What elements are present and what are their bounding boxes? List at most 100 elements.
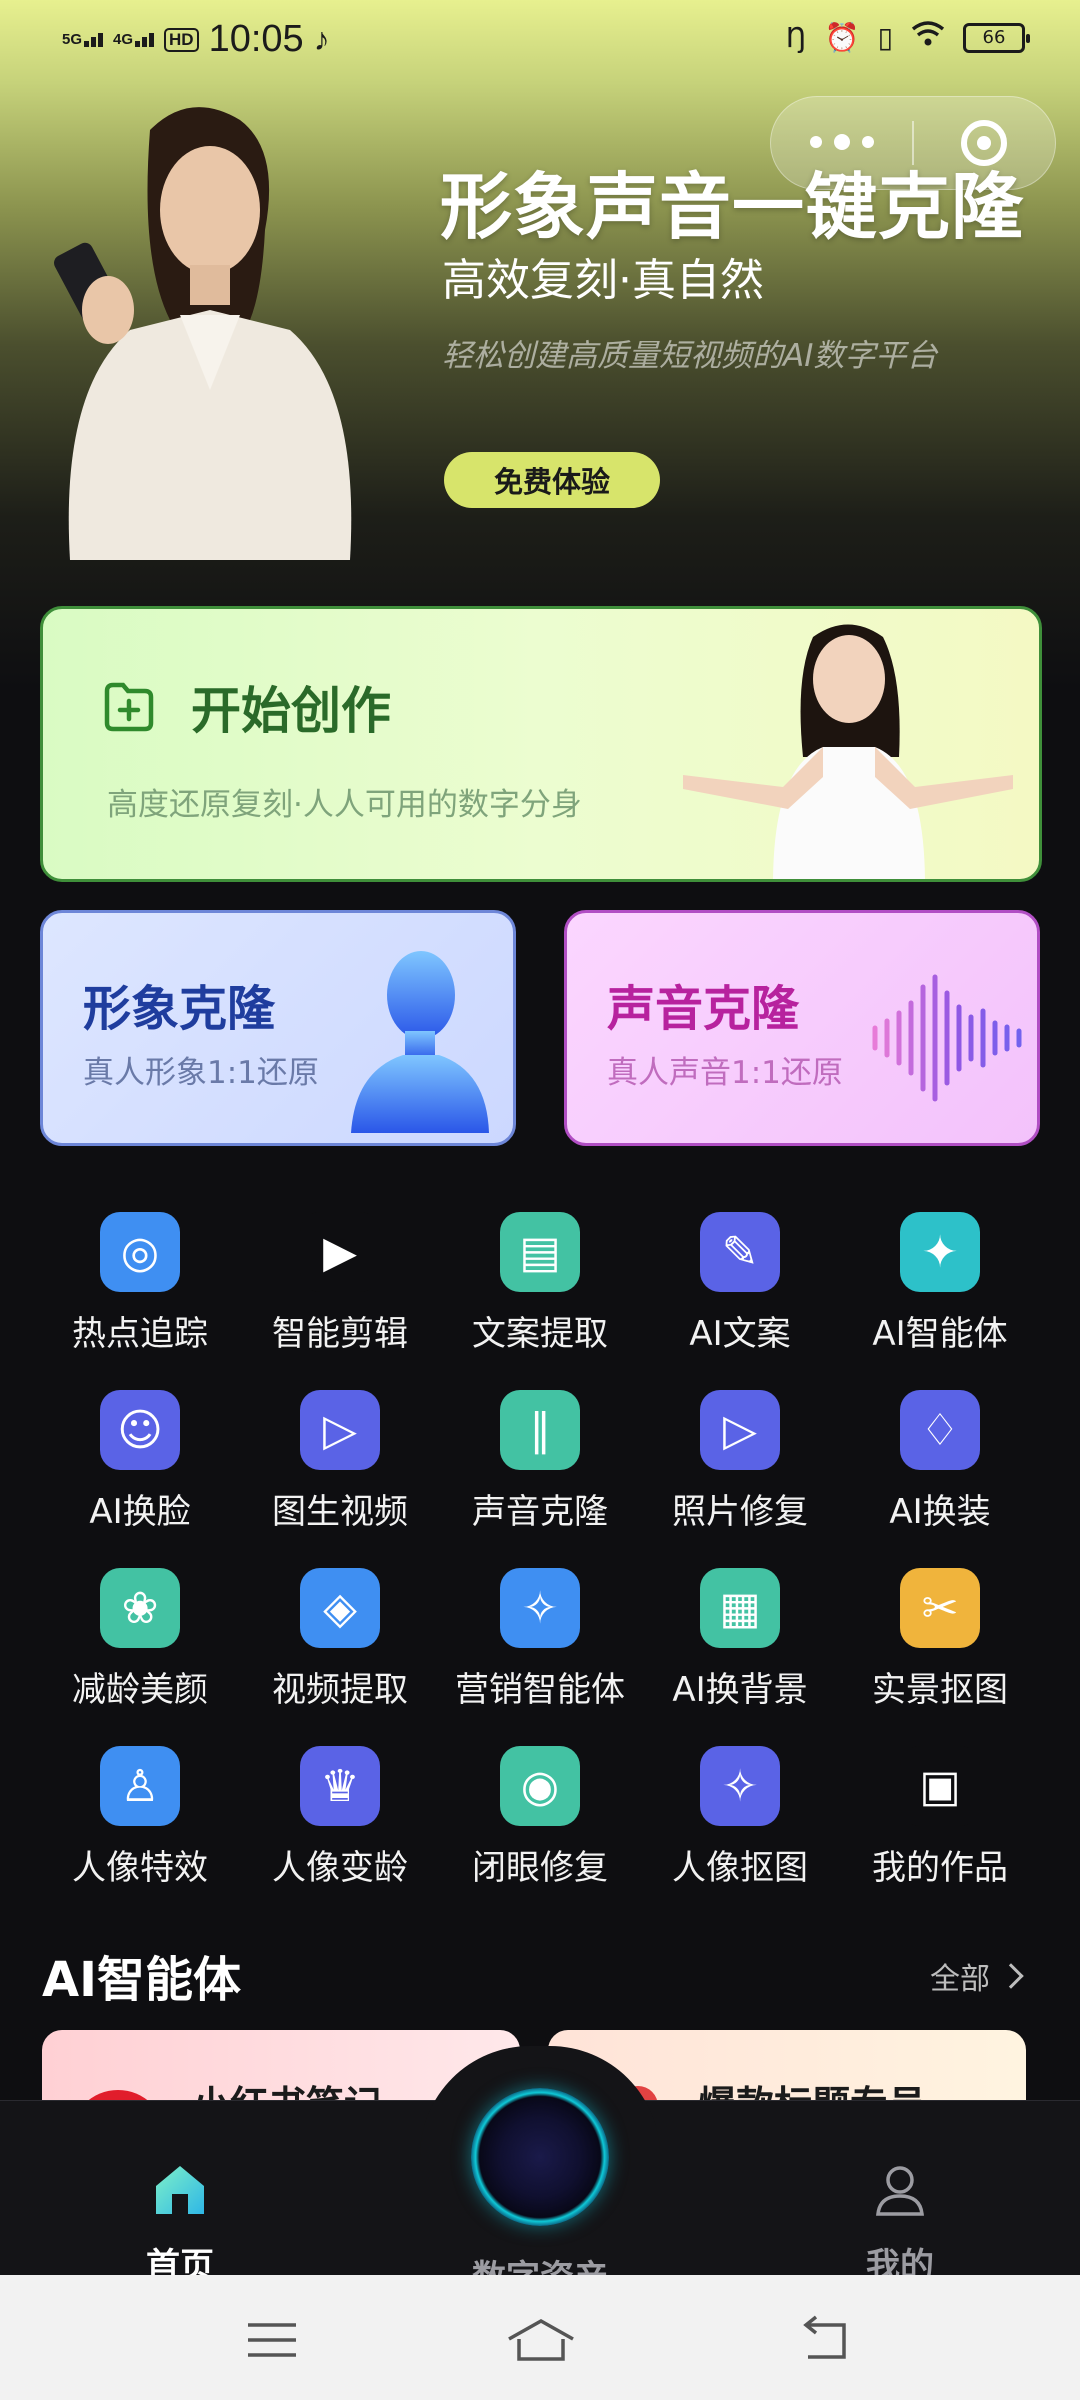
start-creation-subtitle: 高度还原复刻·人人可用的数字分身 <box>107 787 582 823</box>
image-clone-title: 形象克隆 <box>83 981 276 1037</box>
video-edit-icon: ▶ <box>300 1212 380 1292</box>
tool-label: 声音克隆 <box>472 1492 608 1532</box>
tool-label: 闭眼修复 <box>472 1848 608 1888</box>
home-icon <box>156 2166 204 2214</box>
hero-woman-illustration <box>54 107 352 560</box>
ai-copy-icon: ✎ <box>700 1212 780 1292</box>
tool-label: 我的作品 <box>872 1848 1008 1888</box>
marketing-agent-icon: ✧ <box>500 1568 580 1648</box>
image-clone-card[interactable]: 形象克隆 真人形象1:1还原 <box>40 910 516 1146</box>
face-swap-icon: ☺ <box>100 1390 180 1470</box>
tool-label: AI换脸 <box>89 1492 191 1532</box>
voice-clone-title: 声音克隆 <box>607 981 800 1037</box>
voice-clone-card[interactable]: 声音克隆 真人声音1:1还原 <box>564 910 1040 1146</box>
tool-item[interactable]: ▣ 我的作品 <box>840 1734 1040 1894</box>
hero-description: 轻松创建高质量短视频的AI数字平台 <box>442 338 938 374</box>
digital-assets-orb-icon <box>471 2088 609 2226</box>
tool-label: 视频提取 <box>272 1670 408 1710</box>
tool-label: 减龄美颜 <box>72 1670 208 1710</box>
tool-item[interactable]: ◉ 闭眼修复 <box>440 1734 640 1894</box>
blue-bust-icon <box>351 951 489 1133</box>
battery-icon: 66 <box>963 22 1030 53</box>
tool-item[interactable]: ✧ 人像抠图 <box>640 1734 840 1894</box>
voice-clone-subtitle: 真人声音1:1还原 <box>607 1055 843 1091</box>
photo-repair-icon: ▷ <box>700 1390 780 1470</box>
tool-item[interactable]: ▤ 文案提取 <box>440 1200 640 1360</box>
chevron-right-icon <box>998 1963 1024 1989</box>
target-icon: ◎ <box>100 1212 180 1292</box>
app-screen: 5G 4G HD 10:05 ♪ Ŋ ⏰ ▯ 66 形象声音一键克隆 高效复刻·… <box>0 0 1080 2400</box>
start-creation-card[interactable]: 开始创作 高度还原复刻·人人可用的数字分身 <box>40 606 1042 882</box>
presenter-woman-illustration <box>683 624 1013 879</box>
tool-label: AI换装 <box>889 1492 991 1532</box>
tool-item[interactable]: ♛ 人像变龄 <box>240 1734 440 1894</box>
tool-item[interactable]: ◈ 视频提取 <box>240 1556 440 1716</box>
tab-home[interactable]: 首页 <box>80 2160 280 2287</box>
system-navigation-bar <box>0 2275 1080 2400</box>
hero-subtitle: 高效复刻·真自然 <box>442 255 764 306</box>
status-time: 10:05 <box>208 18 304 60</box>
sparkle-icon: ✦ <box>900 1212 980 1292</box>
tool-label: 营销智能体 <box>455 1670 625 1710</box>
my-works-icon: ▣ <box>900 1746 980 1826</box>
view-all-link[interactable]: 全部 <box>930 1954 1024 1998</box>
tool-label: 实景抠图 <box>872 1670 1008 1710</box>
hero-banner[interactable]: 5G 4G HD 10:05 ♪ Ŋ ⏰ ▯ 66 形象声音一键克隆 高效复刻·… <box>0 0 1080 690</box>
outfit-icon: ♢ <box>900 1390 980 1470</box>
tool-item[interactable]: ▦ AI换背景 <box>640 1556 840 1716</box>
tool-item[interactable]: ♢ AI换装 <box>840 1378 1040 1538</box>
free-trial-button[interactable]: 免费体验 <box>444 452 660 508</box>
hero-title: 形象声音一键克隆 <box>440 165 1025 249</box>
tiktok-icon: ♪ <box>313 21 330 57</box>
tab-digital-assets[interactable]: 数字资产 <box>440 2088 640 2299</box>
tool-label: AI换背景 <box>672 1670 808 1710</box>
tool-label: 照片修复 <box>672 1492 808 1532</box>
tool-item[interactable]: ▷ 照片修复 <box>640 1378 840 1538</box>
image-clone-subtitle: 真人形象1:1还原 <box>83 1055 319 1091</box>
tool-label: 图生视频 <box>272 1492 408 1532</box>
tool-item[interactable]: ∥ 声音克隆 <box>440 1378 640 1538</box>
tool-item[interactable]: ◎ 热点追踪 <box>40 1200 240 1360</box>
tool-item[interactable]: ♙ 人像特效 <box>40 1734 240 1894</box>
tool-label: AI智能体 <box>872 1314 1008 1354</box>
portrait-effect-icon: ♙ <box>100 1746 180 1826</box>
wifi-icon <box>911 20 945 55</box>
signal-5g-icon: 5G <box>62 32 104 47</box>
tool-label: 文案提取 <box>472 1314 608 1354</box>
alarm-icon: ⏰ <box>824 21 860 54</box>
eye-repair-icon: ◉ <box>500 1746 580 1826</box>
tool-label: AI文案 <box>689 1314 791 1354</box>
portrait-cutout-icon: ✧ <box>700 1746 780 1826</box>
video-extract-icon: ◈ <box>300 1568 380 1648</box>
view-all-label: 全部 <box>930 1962 990 1997</box>
tool-label: 人像变龄 <box>272 1848 408 1888</box>
status-bar: 5G 4G HD 10:05 ♪ Ŋ ⏰ ▯ 66 <box>0 0 1080 84</box>
tool-item[interactable]: ✂ 实景抠图 <box>840 1556 1040 1716</box>
agents-section-title: AI智能体 <box>42 1952 242 2008</box>
user-profile-icon <box>876 2166 924 2216</box>
home-nav-icon[interactable] <box>505 2315 577 2365</box>
tool-label: 人像特效 <box>72 1848 208 1888</box>
tool-item[interactable]: ✧ 营销智能体 <box>440 1556 640 1716</box>
document-extract-icon: ▤ <box>500 1212 580 1292</box>
tool-label: 人像抠图 <box>672 1848 808 1888</box>
tool-item[interactable]: ❀ 减龄美颜 <box>40 1556 240 1716</box>
vibrate-icon: ▯ <box>877 21 893 54</box>
sound-wave-icon <box>872 974 1022 1102</box>
image-to-video-icon: ▷ <box>300 1390 380 1470</box>
tool-item[interactable]: ▶ 智能剪辑 <box>240 1200 440 1360</box>
hd-voice-icon: HD <box>164 27 199 52</box>
menu-icon[interactable] <box>242 2315 302 2365</box>
tool-label: 智能剪辑 <box>272 1314 408 1354</box>
tool-item[interactable]: ✦ AI智能体 <box>840 1200 1040 1360</box>
beauty-icon: ❀ <box>100 1568 180 1648</box>
tool-label: 热点追踪 <box>72 1314 208 1354</box>
tool-item[interactable]: ✎ AI文案 <box>640 1200 840 1360</box>
voice-wave-icon: ∥ <box>500 1390 580 1470</box>
tab-mine[interactable]: 我的 <box>800 2160 1000 2287</box>
tool-item[interactable]: ▷ 图生视频 <box>240 1378 440 1538</box>
tool-item[interactable]: ☺ AI换脸 <box>40 1378 240 1538</box>
scene-cutout-icon: ✂ <box>900 1568 980 1648</box>
back-icon[interactable] <box>794 2315 854 2365</box>
nfc-icon: Ŋ <box>785 21 807 54</box>
